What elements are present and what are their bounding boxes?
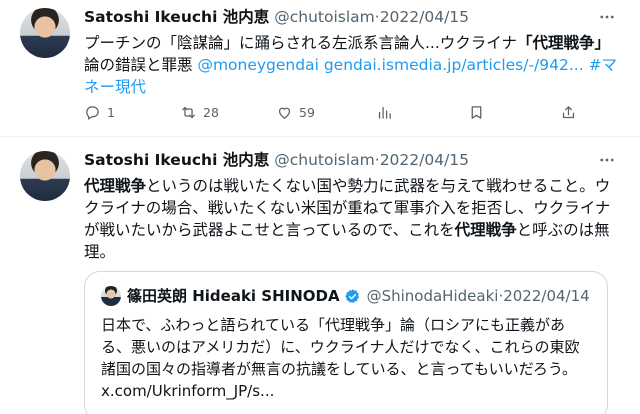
share-button[interactable] bbox=[560, 100, 583, 124]
author-name[interactable]: Satoshi Ikeuchi 池内恵 bbox=[84, 8, 269, 26]
avatar[interactable] bbox=[20, 151, 70, 201]
tweet-text: 代理戦争というのは戦いたくない国や勢力に武器を与えて戦わせること。ウクライナの場… bbox=[84, 175, 622, 263]
quoted-tweet[interactable]: 篠田英朗 Hideaki SHINODA @ShinodaHideaki · 202… bbox=[84, 271, 608, 414]
highlighted-term: 代理戦争 bbox=[84, 177, 147, 195]
quoted-author-name: 篠田英朗 Hideaki SHINODA bbox=[127, 287, 340, 305]
like-count: 59 bbox=[299, 104, 315, 120]
author-handle[interactable]: @chutoislam bbox=[274, 8, 375, 26]
more-icon bbox=[600, 15, 614, 19]
author-name[interactable]: Satoshi Ikeuchi 池内恵 bbox=[84, 151, 269, 169]
quoted-date: 2022/04/14 bbox=[503, 287, 590, 305]
reply-icon bbox=[86, 105, 99, 120]
tweet-header: Satoshi Ikeuchi 池内恵 @chutoislam·2022/04/… bbox=[84, 6, 600, 28]
avatar[interactable] bbox=[20, 8, 70, 58]
views-button[interactable] bbox=[376, 100, 399, 124]
tweet-date[interactable]: 2022/04/15 bbox=[380, 8, 469, 26]
verified-badge-icon bbox=[344, 288, 359, 303]
tweet[interactable]: Satoshi Ikeuchi 池内恵 @chutoislam·2022/04/… bbox=[0, 136, 640, 414]
author-handle[interactable]: @chutoislam bbox=[274, 151, 375, 169]
like-button[interactable]: 59 bbox=[276, 100, 315, 124]
like-icon bbox=[278, 107, 291, 119]
views-icon bbox=[378, 106, 391, 119]
bookmark-button[interactable] bbox=[468, 100, 491, 124]
tweet-header: Satoshi Ikeuchi 池内恵 @chutoislam·2022/04/… bbox=[84, 149, 600, 171]
highlighted-term: 代理戦争 bbox=[454, 221, 517, 239]
action-bar: 1 28 59 bbox=[84, 100, 604, 124]
highlighted-term: 「代理戦争」 bbox=[516, 34, 610, 52]
quoted-author-handle: @ShinodaHideaki bbox=[366, 287, 499, 305]
retweet-count: 28 bbox=[203, 104, 219, 120]
more-button[interactable] bbox=[596, 149, 618, 171]
tweet-text-part: 論の錯誤と罪悪 bbox=[84, 56, 198, 74]
retweet-button[interactable]: 28 bbox=[180, 100, 219, 124]
tweet-text-part: プーチンの「陰謀論」に踊らされる左派系言論人...ウクライナ bbox=[84, 34, 517, 52]
bookmark-icon bbox=[471, 105, 482, 119]
tweet-text: プーチンの「陰謀論」に踊らされる左派系言論人...ウクライナ「代理戦争」論の錯誤… bbox=[84, 32, 622, 98]
retweet-icon bbox=[182, 106, 195, 118]
more-icon bbox=[600, 158, 614, 162]
share-icon bbox=[562, 105, 575, 118]
reply-button[interactable]: 1 bbox=[84, 100, 115, 124]
quoted-tweet-header: 篠田英朗 Hideaki SHINODA @ShinodaHideaki · 202… bbox=[101, 286, 590, 306]
quoted-avatar bbox=[101, 286, 121, 306]
reply-count: 1 bbox=[107, 104, 115, 120]
more-button[interactable] bbox=[596, 6, 618, 28]
quoted-tweet-text: 日本で、ふわっと語られている「代理戦争」論（ロシアにも正義がある、悪いのはアメリ… bbox=[101, 316, 580, 400]
tweet-date[interactable]: 2022/04/15 bbox=[380, 151, 469, 169]
tweet[interactable]: Satoshi Ikeuchi 池内恵 @chutoislam·2022/04/… bbox=[0, 0, 640, 136]
